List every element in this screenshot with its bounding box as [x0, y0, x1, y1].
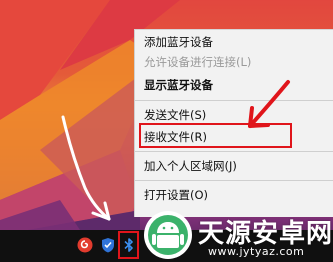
menu-item-add-bluetooth-device[interactable]: 添加蓝牙设备: [135, 32, 333, 52]
site-watermark: 天源安卓网 www.jytyaz.com: [140, 208, 333, 262]
menu-item-send-file[interactable]: 发送文件(S): [135, 105, 333, 125]
watermark-url: www.jytyaz.com: [208, 245, 305, 258]
red-arrow-annotation: [248, 80, 290, 128]
menu-separator: [135, 100, 333, 101]
white-arrow-annotation: [61, 115, 111, 221]
menu-item-open-settings[interactable]: 打开设置(O): [135, 185, 333, 205]
menu-separator: [135, 180, 333, 181]
bluetooth-icon-highlight: [118, 231, 139, 259]
menu-item-join-pan[interactable]: 加入个人区域网(J): [135, 156, 333, 176]
menu-separator: [135, 151, 333, 152]
shield-security-icon[interactable]: [99, 236, 117, 254]
menu-item-show-bluetooth-devices[interactable]: 显示蓝牙设备: [135, 75, 333, 95]
netease-music-icon[interactable]: [76, 236, 94, 254]
menu-item-allow-connection: 允许设备进行连接(L): [144, 55, 252, 69]
android-logo-icon: [144, 211, 192, 259]
